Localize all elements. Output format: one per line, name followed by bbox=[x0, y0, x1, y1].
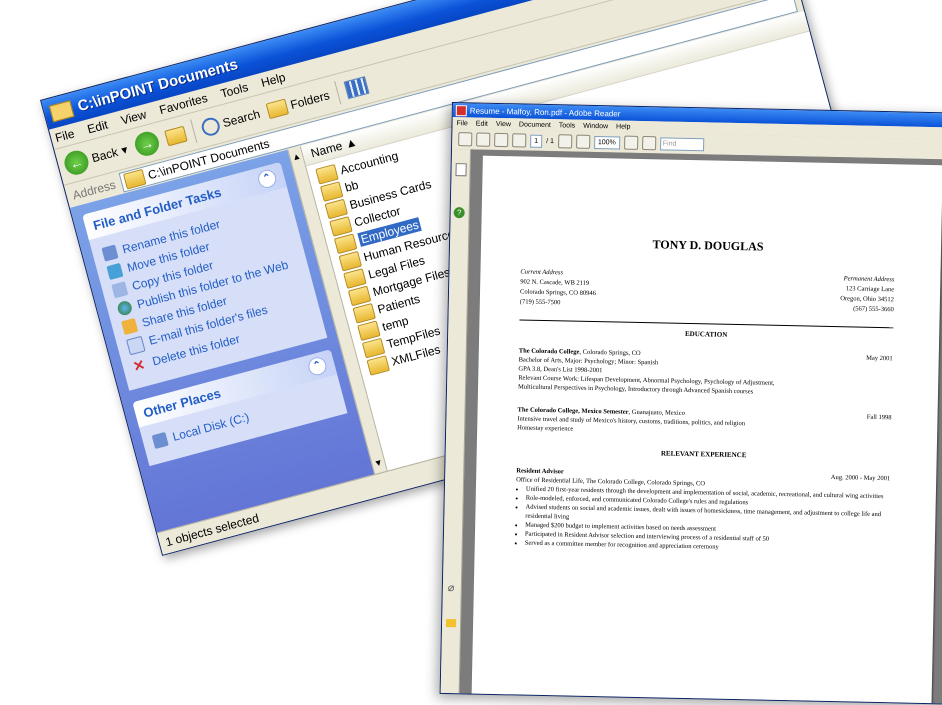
current-address-label: Current Address bbox=[520, 268, 564, 277]
move-icon bbox=[106, 262, 124, 281]
folder-icon bbox=[123, 168, 147, 190]
document-canvas[interactable]: TONY D. DOUGLAS Current Address 902 N. C… bbox=[459, 149, 942, 705]
globe-icon bbox=[116, 299, 134, 317]
address-line: (719) 555-7500 bbox=[519, 298, 561, 307]
back-arrow-icon: ← bbox=[61, 148, 92, 178]
menu-view[interactable]: View bbox=[496, 120, 511, 127]
print-icon[interactable] bbox=[458, 132, 473, 147]
zoom-select[interactable]: 100% bbox=[593, 135, 620, 150]
education-entry: The Colorado College, Colorado Springs, … bbox=[518, 346, 893, 399]
help-icon[interactable]: ? bbox=[453, 207, 465, 219]
folder-name: bb bbox=[343, 177, 360, 195]
date: Aug. 2000 - May 2001 bbox=[830, 474, 891, 483]
menu-tools[interactable]: Tools bbox=[559, 122, 575, 129]
school: The Colorado College bbox=[518, 347, 580, 356]
permanent-address-label: Permanent Address bbox=[843, 275, 895, 284]
back-label: Back bbox=[90, 144, 120, 166]
menu-help[interactable]: Help bbox=[616, 123, 631, 130]
folder-icon bbox=[48, 99, 75, 122]
search-label: Search bbox=[221, 106, 262, 131]
zoom-in-icon[interactable] bbox=[575, 134, 591, 149]
up-folder-icon[interactable] bbox=[163, 125, 188, 147]
email-icon bbox=[126, 335, 146, 356]
drive-icon bbox=[151, 431, 169, 450]
resume-name: TONY D. DOUGLAS bbox=[652, 237, 764, 254]
resume-page: TONY D. DOUGLAS Current Address 902 N. C… bbox=[471, 155, 942, 705]
search-button[interactable]: Search bbox=[199, 105, 262, 138]
folders-icon bbox=[265, 98, 289, 120]
pages-icon[interactable] bbox=[455, 163, 467, 177]
menu-edit[interactable]: Edit bbox=[476, 120, 488, 127]
collapse-chevron-icon[interactable]: ⌃ bbox=[256, 167, 279, 190]
address-line: Oregon, Ohio 34512 bbox=[840, 295, 895, 304]
current-address: Current Address 902 N. Cascade, WB 2119 … bbox=[520, 267, 597, 309]
next-page-icon[interactable] bbox=[512, 133, 527, 148]
location: , Colorado Springs, CO bbox=[579, 348, 641, 358]
page-total: / 1 bbox=[546, 137, 554, 145]
education-entry: The Colorado College, Mexico Semester, G… bbox=[517, 405, 891, 440]
file-folder-tasks-panel: File and Folder Tasks ⌃ Rename this fold… bbox=[82, 161, 328, 391]
folders-label: Folders bbox=[288, 88, 332, 113]
views-button-icon[interactable] bbox=[343, 76, 370, 100]
email-icon[interactable] bbox=[476, 132, 491, 147]
sort-arrow-icon: ▲ bbox=[343, 134, 359, 152]
comment-icon[interactable] bbox=[446, 618, 457, 628]
permanent-address: Permanent Address 123 Carriage Lane Oreg… bbox=[840, 274, 894, 315]
forward-button[interactable]: → bbox=[132, 129, 162, 159]
collapse-chevron-icon[interactable]: ⌃ bbox=[306, 355, 329, 378]
dropdown-arrow-icon[interactable]: ▾ bbox=[120, 142, 129, 157]
find-input[interactable]: Find bbox=[659, 136, 704, 151]
page-number-input[interactable]: 1 bbox=[530, 134, 543, 148]
pdf-icon bbox=[455, 104, 467, 116]
toolbar-separator bbox=[189, 119, 198, 144]
copy-icon bbox=[111, 281, 129, 299]
place-label: Local Disk (C:) bbox=[170, 409, 251, 444]
folder-icon bbox=[366, 355, 390, 376]
menu-help[interactable]: Help bbox=[260, 70, 287, 90]
menu-document[interactable]: Document bbox=[519, 121, 551, 129]
toolbar-separator bbox=[333, 81, 342, 105]
fit-page-icon[interactable] bbox=[641, 135, 656, 151]
rename-icon bbox=[101, 244, 119, 262]
education-heading: EDUCATION bbox=[684, 329, 728, 339]
menu-view[interactable]: View bbox=[119, 107, 148, 127]
address-line: (567) 555-3660 bbox=[853, 305, 894, 314]
menu-file[interactable]: File bbox=[54, 127, 76, 146]
experience-entry: Resident Advisor Aug. 2000 - May 2001 Off… bbox=[515, 466, 891, 555]
experience-heading: RELEVANT EXPERIENCE bbox=[660, 449, 747, 460]
attachment-icon[interactable]: ⌀ bbox=[448, 581, 455, 594]
previous-page-icon[interactable] bbox=[494, 132, 509, 148]
window-title: Resume - Malfoy, Ron.pdf - Adobe Reader bbox=[469, 105, 621, 119]
location: , Guanajuato, Mexico bbox=[628, 408, 685, 417]
date: May 2001 bbox=[866, 354, 893, 363]
reader-window: Resume - Malfoy, Ron.pdf - Adobe Reader … bbox=[439, 102, 942, 705]
zoom-out-icon[interactable] bbox=[557, 134, 573, 149]
date: Fall 1998 bbox=[866, 413, 892, 422]
search-icon bbox=[199, 115, 222, 138]
menu-edit[interactable]: Edit bbox=[86, 118, 110, 137]
folders-button[interactable]: Folders bbox=[265, 87, 332, 120]
share-icon bbox=[121, 317, 139, 336]
menu-file[interactable]: File bbox=[456, 120, 467, 127]
delete-icon: ✕ bbox=[131, 356, 147, 375]
fit-width-icon[interactable] bbox=[623, 135, 638, 150]
menu-window[interactable]: Window bbox=[583, 122, 608, 130]
